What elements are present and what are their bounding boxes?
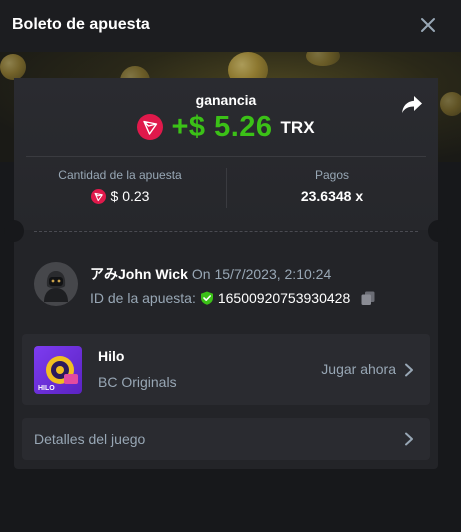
game-details-label: Detalles del juego	[34, 431, 146, 447]
divider	[26, 156, 426, 157]
chevron-right-icon	[405, 363, 413, 377]
payout-value: 23.6348 x	[300, 188, 364, 204]
payout-label: Pagos	[314, 168, 350, 182]
win-label: ganancia	[195, 92, 257, 108]
shield-check-icon	[200, 291, 213, 305]
game-provider: BC Originals	[98, 374, 177, 390]
play-now-link[interactable]: Jugar ahora	[321, 361, 396, 377]
game-details-row[interactable]: Detalles del juego	[22, 418, 430, 460]
close-button[interactable]	[417, 14, 439, 36]
win-currency: TRX	[280, 118, 315, 137]
bet-amount-value-row: $ 0.23	[14, 188, 226, 204]
page-title: Boleto de apuesta	[12, 16, 150, 33]
share-button[interactable]	[400, 94, 424, 116]
game-thumbnail: HILO	[34, 346, 82, 394]
user-name[interactable]: アみJohn Wick	[90, 266, 188, 282]
bet-date: On 15/7/2023, 2:10:24	[191, 266, 332, 282]
bet-slip-card: ganancia +$ 5.26 TRX Cantidad de la apue…	[4, 78, 448, 469]
share-icon	[402, 96, 422, 113]
game-thumb-text: HILO	[38, 385, 55, 392]
bet-amount-stat: Cantidad de la apuesta $ 0.23	[14, 168, 226, 204]
copy-icon[interactable]	[360, 290, 376, 306]
header: Boleto de apuesta	[0, 0, 461, 52]
ticket-notch	[4, 220, 24, 242]
hilo-game-icon: HILO	[38, 356, 78, 392]
tron-icon	[90, 188, 106, 204]
win-summary: ganancia +$ 5.26 TRX Cantidad de la apue…	[14, 78, 438, 230]
bet-id-value: 16500920753930428	[217, 290, 351, 306]
ticket-notch	[428, 220, 448, 242]
user-line: アみJohn Wick On 15/7/2023, 2:10:24	[90, 264, 331, 284]
bet-amount-value: $ 0.23	[110, 188, 150, 204]
dashed-divider	[34, 231, 418, 232]
close-icon	[421, 18, 435, 32]
payout-stat: Pagos 23.6348 x	[226, 168, 438, 204]
win-amount-row: +$ 5.26 TRX	[14, 110, 438, 144]
bet-id-label: ID de la apuesta:	[90, 290, 196, 306]
avatar[interactable]	[34, 262, 78, 306]
chevron-right-icon	[405, 432, 413, 446]
tron-icon	[137, 114, 164, 140]
user-info: アみJohn Wick On 15/7/2023, 2:10:24 ID de l…	[34, 262, 424, 308]
win-amount: +$ 5.26	[171, 110, 273, 143]
user-avatar-image	[34, 262, 78, 306]
game-name: Hilo	[98, 348, 125, 364]
game-card[interactable]: HILO Hilo BC Originals Jugar ahora	[22, 334, 430, 405]
bet-amount-label: Cantidad de la apuesta	[58, 168, 182, 182]
bet-id-line: ID de la apuesta: 16500920753930428	[90, 290, 376, 306]
